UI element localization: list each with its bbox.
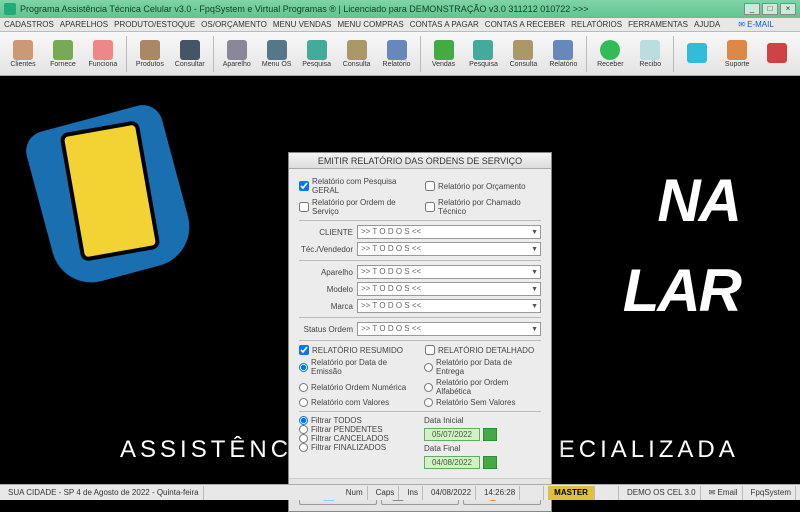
menu-ferramentas[interactable]: FERRAMENTAS [628,20,688,29]
status-num: Num [342,486,368,500]
menu-relatorios[interactable]: RELATÓRIOS [571,20,622,29]
rad-filtrar-pendentes[interactable]: Filtrar PENDENTES [299,425,416,434]
tb-pesquisa2[interactable]: Pesquisa [464,34,502,74]
rad-filtrar-todos[interactable]: Filtrar TODOS [299,416,416,425]
tb-backup[interactable] [678,34,716,74]
combo-modelo[interactable]: >> T O D O S << [357,282,541,296]
tb-receber[interactable]: Receber [591,34,629,74]
btn-calendar-final[interactable] [483,456,497,469]
combo-marca[interactable]: >> T O D O S << [357,299,541,313]
tb-exit[interactable] [758,34,796,74]
tb-suporte[interactable]: Suporte [718,34,756,74]
main-area: NA LAR ASSISTÊNC ECIALIZADA EMITIR RELAT… [0,76,800,484]
lbl-marca: Marca [299,302,353,311]
tb-funciona[interactable]: Funciona [84,34,122,74]
status-email[interactable]: ✉ Email [705,486,743,500]
logo-text-2: LAR [623,256,740,325]
combo-tec[interactable]: >> T O D O S << [357,242,541,256]
close-button[interactable]: × [780,3,796,15]
tb-menuos[interactable]: Menu OS [258,34,296,74]
menu-email[interactable]: ✉ E-MAIL [738,20,774,29]
status-demo: DEMO OS CEL 3.0 [623,486,701,500]
chk-pesquisa-geral[interactable]: Relatório com Pesquisa GERAL [299,177,415,195]
rad-entrega[interactable]: Relatório por Data de Entrega [424,358,541,376]
menu-produto[interactable]: PRODUTO/ESTOQUE [114,20,195,29]
menu-vendas[interactable]: MENU VENDAS [273,20,332,29]
lbl-tec: Téc./Vendedor [299,245,353,254]
input-data-inicial[interactable]: 05/07/2022 [424,428,480,441]
combo-cliente[interactable]: >> T O D O S << [357,225,541,239]
rad-filtrar-cancelados[interactable]: Filtrar CANCELADOS [299,434,416,443]
menu-ajuda[interactable]: AJUDA [694,20,720,29]
lbl-data-final: Data Final [424,444,541,453]
phone-logo-icon [40,116,200,316]
dialog-title: EMITIR RELATÓRIO DAS ORDENS DE SERVIÇO [289,153,551,169]
chk-resumido[interactable]: RELATÓRIO RESUMIDO [299,345,415,355]
menubar: CADASTROS APARELHOS PRODUTO/ESTOQUE OS/O… [0,18,800,32]
status-ins: Ins [403,486,423,500]
menu-aparelhos[interactable]: APARELHOS [60,20,108,29]
statusbar: SUA CIDADE - SP 4 de Agosto de 2022 - Qu… [0,484,800,500]
chk-orcamento[interactable]: Relatório por Orçamento [425,177,541,195]
report-dialog: EMITIR RELATÓRIO DAS ORDENS DE SERVIÇO R… [288,152,552,512]
status-date: 04/08/2022 [427,486,476,500]
menu-receber[interactable]: CONTAS A RECEBER [485,20,565,29]
tb-recibo[interactable]: Recibo [631,34,669,74]
menu-cadastros[interactable]: CADASTROS [4,20,54,29]
rad-alfabetica[interactable]: Relatório por Ordem Alfabética [424,378,541,396]
titlebar-text: Programa Assistência Técnica Celular v3.… [20,4,589,14]
chk-ordem-servico[interactable]: Relatório por Ordem de Serviço [299,198,415,216]
status-master: MASTER [548,486,595,500]
combo-status[interactable]: >> T O D O S << [357,322,541,336]
logo-background [40,116,320,316]
tb-relatorio[interactable]: Relatório [378,34,416,74]
toolbar: Clientes Fornece Funciona Produtos Consu… [0,32,800,76]
tb-pesquisa[interactable]: Pesquisa [298,34,336,74]
menu-os[interactable]: OS/ORÇAMENTO [201,20,267,29]
tb-clientes[interactable]: Clientes [4,34,42,74]
chk-chamado-tecnico[interactable]: Relatório por Chamado Técnico [425,198,541,216]
combo-aparelho[interactable]: >> T O D O S << [357,265,541,279]
tb-fornece[interactable]: Fornece [44,34,82,74]
menu-pagar[interactable]: CONTAS A PAGAR [410,20,479,29]
rad-emissao[interactable]: Relatório por Data de Emissão [299,358,416,376]
rad-numerica[interactable]: Relatório Ordem Numérica [299,378,416,396]
status-fpq[interactable]: FpqSystem [747,486,796,500]
lbl-modelo: Modelo [299,285,353,294]
menu-compras[interactable]: MENU COMPRAS [338,20,404,29]
minimize-button[interactable]: _ [744,3,760,15]
maximize-button[interactable]: □ [762,3,778,15]
lbl-status: Status Ordem [299,325,353,334]
tb-consultar[interactable]: Consultar [171,34,209,74]
rad-semvalores[interactable]: Relatório Sem Valores [424,398,541,407]
tb-consulta[interactable]: Consulta [338,34,376,74]
status-caps: Caps [372,486,400,500]
window-controls: _ □ × [744,3,796,15]
tb-produtos[interactable]: Produtos [131,34,169,74]
app-icon [4,3,16,15]
rad-comvalores[interactable]: Relatório com Valores [299,398,416,407]
rad-filtrar-finalizados[interactable]: Filtrar FINALIZADOS [299,443,416,452]
lbl-cliente: CLIENTE [299,228,353,237]
lbl-aparelho: Aparelho [299,268,353,277]
tb-consulta2[interactable]: Consulta [504,34,542,74]
tb-aparelho[interactable]: Aparelho [218,34,256,74]
tb-vendas[interactable]: Vendas [425,34,463,74]
status-time: 14:26:28 [480,486,520,500]
lbl-data-inicial: Data Inicial [424,416,541,425]
tb-relatorio2[interactable]: Relatório [544,34,582,74]
logo-text-1: NA [657,166,740,235]
input-data-final[interactable]: 04/08/2022 [424,456,480,469]
status-city-date: SUA CIDADE - SP 4 de Agosto de 2022 - Qu… [4,486,204,500]
chk-detalhado[interactable]: RELATÓRIO DETALHADO [425,345,541,355]
titlebar: Programa Assistência Técnica Celular v3.… [0,0,800,18]
btn-calendar-inicial[interactable] [483,428,497,441]
